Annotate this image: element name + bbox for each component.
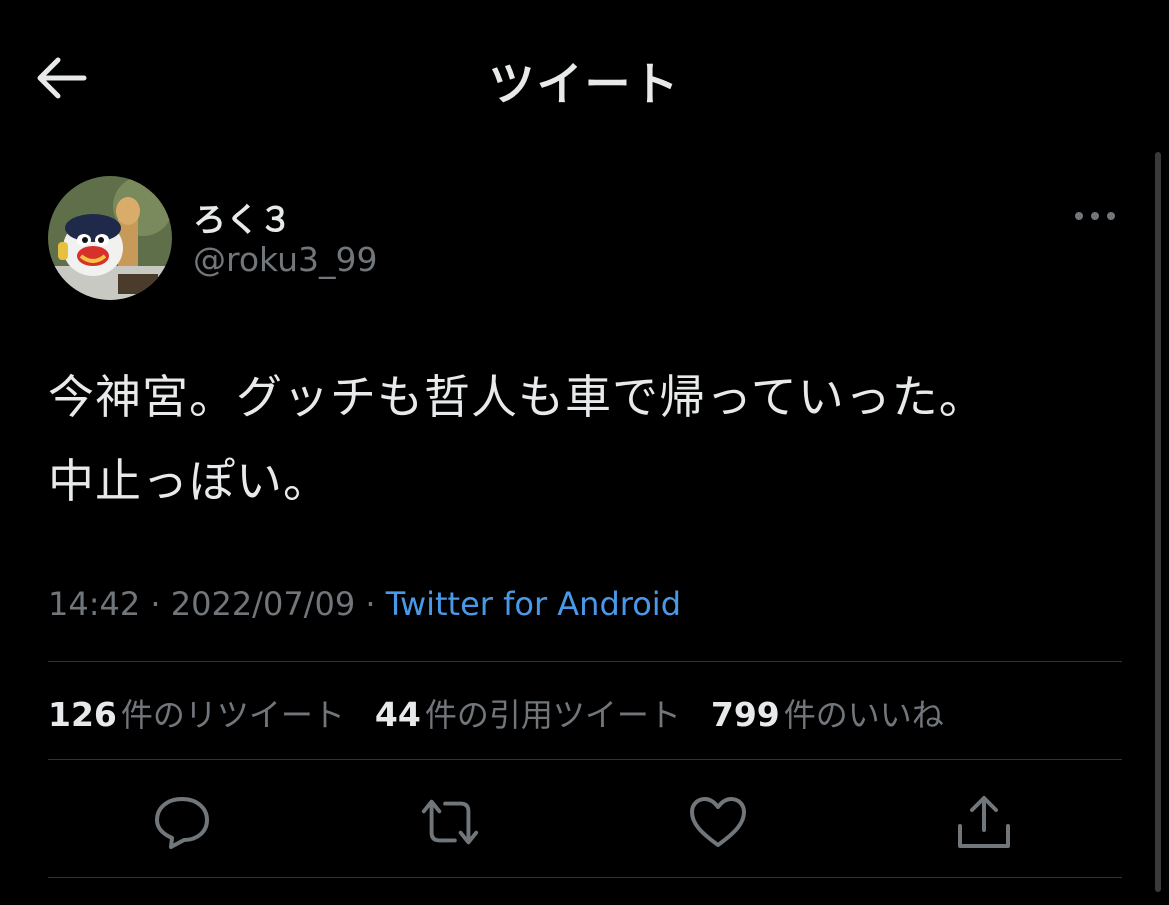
- author-handle[interactable]: @roku3_99: [193, 240, 378, 279]
- engagement-stats: 126 件のリツイート 44 件の引用ツイート 799 件のいいね: [48, 690, 974, 736]
- tweet-text: 今神宮。グッチも哲人も車で帰っていった。 中止っぽい。: [48, 355, 1128, 523]
- top-bar: ツイート: [0, 0, 1169, 150]
- like-count-link[interactable]: 799 件のいいね: [711, 690, 944, 736]
- tweet-text-line: 今神宮。グッチも哲人も車で帰っていった。: [48, 370, 986, 424]
- quote-count-link[interactable]: 44 件の引用ツイート: [375, 690, 681, 736]
- divider: [48, 661, 1122, 662]
- share-button[interactable]: [952, 790, 1016, 854]
- more-horizontal-icon: [1075, 212, 1115, 220]
- page-title: ツイート: [488, 57, 681, 111]
- tweet-date: 2022/07/09: [170, 585, 356, 623]
- retweet-count-link[interactable]: 126 件のリツイート: [48, 690, 345, 736]
- author-display-name[interactable]: ろく３: [193, 193, 292, 241]
- retweet-icon: [421, 799, 479, 845]
- quote-label: 件の引用ツイート: [424, 696, 681, 734]
- retweet-count: 126: [48, 695, 117, 734]
- tweet-source-link[interactable]: Twitter for Android: [386, 585, 681, 623]
- reply-icon: [155, 797, 209, 849]
- divider: [48, 759, 1122, 760]
- divider: [48, 877, 1122, 878]
- heart-icon: [690, 797, 746, 847]
- tweet-meta: 14:42 · 2022/07/09 · Twitter for Android: [48, 585, 681, 623]
- like-count: 799: [710, 695, 780, 734]
- quote-count: 44: [374, 695, 421, 734]
- avatar-image: [48, 176, 172, 300]
- scrollbar[interactable]: [1155, 152, 1161, 892]
- retweet-button[interactable]: [418, 790, 482, 854]
- meta-separator: ·: [365, 585, 376, 623]
- tweet-text-line: 中止っぽい。: [48, 454, 330, 508]
- tweet-detail-screen: ツイート ろく３ @roku3_99 今神宮。グッチも哲人も車で帰っていった。 …: [0, 0, 1169, 905]
- meta-separator: ·: [150, 585, 161, 623]
- more-options-button[interactable]: [1070, 200, 1120, 232]
- like-button[interactable]: [686, 790, 750, 854]
- avatar[interactable]: [48, 176, 172, 300]
- reply-button[interactable]: [150, 790, 214, 854]
- like-label: 件のいいね: [783, 696, 944, 734]
- retweet-label: 件のリツイート: [120, 696, 345, 734]
- share-icon: [958, 796, 1010, 848]
- tweet-time: 14:42: [48, 585, 141, 623]
